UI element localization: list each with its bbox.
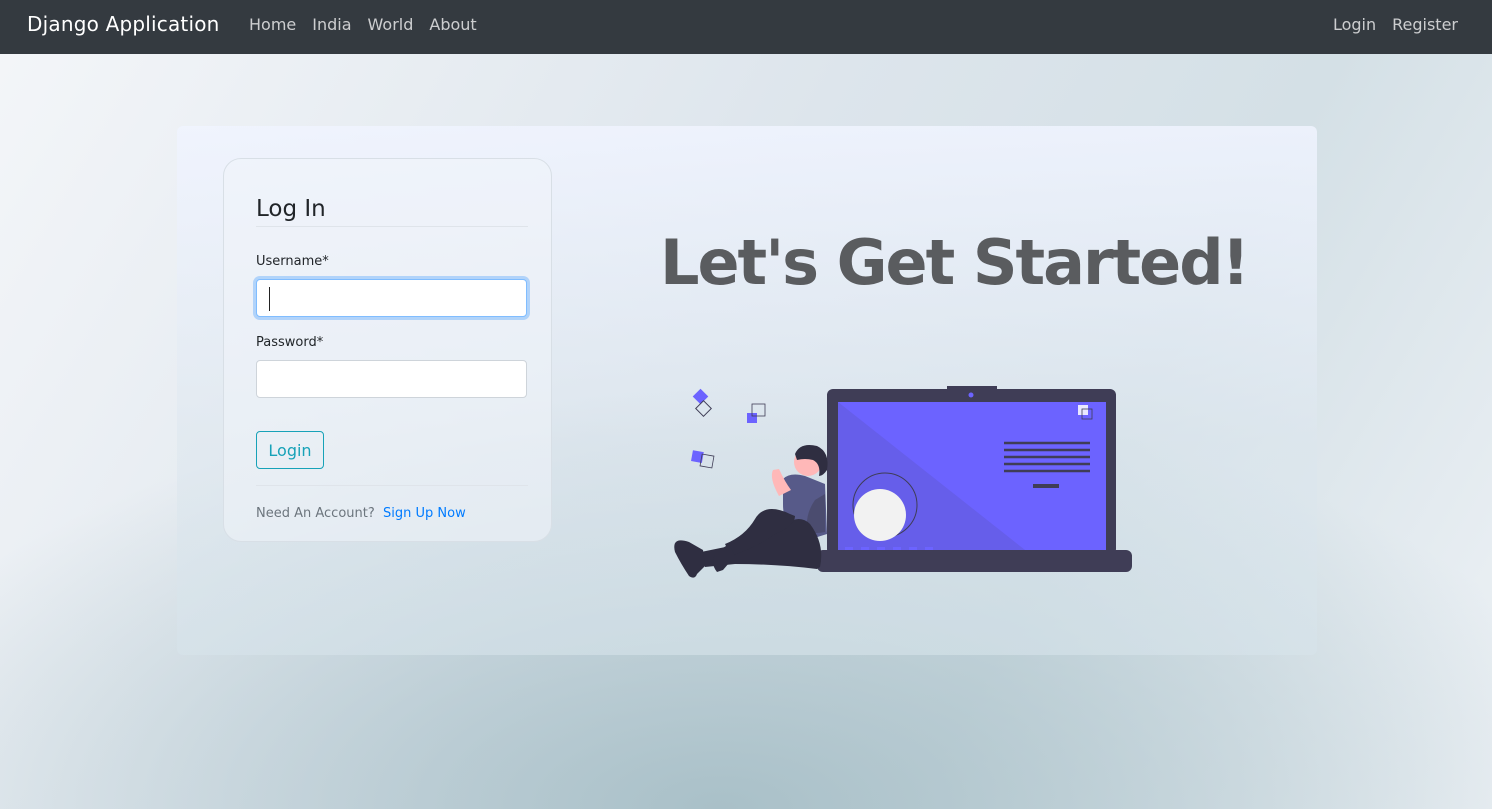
card-divider xyxy=(256,485,528,486)
username-label: Username* xyxy=(256,254,329,269)
auth-links: Login Register xyxy=(1333,15,1458,34)
floating-square-outline-icon xyxy=(695,400,712,417)
nav-link-register[interactable]: Register xyxy=(1392,15,1458,34)
username-input[interactable] xyxy=(256,279,527,317)
navbar-brand[interactable]: Django Application xyxy=(27,12,220,36)
password-label: Password* xyxy=(256,335,324,350)
hero-headline: Let's Get Started! xyxy=(660,226,1250,299)
password-input[interactable] xyxy=(256,360,527,398)
login-title: Log In xyxy=(256,196,528,227)
nav-link-login[interactable]: Login xyxy=(1333,15,1376,34)
text-caret xyxy=(269,287,270,311)
person-with-laptop-illustration xyxy=(674,386,1132,578)
floating-square-icon xyxy=(692,388,709,405)
nav-link-about[interactable]: About xyxy=(429,15,476,34)
sign-up-link[interactable]: Sign Up Now xyxy=(383,506,466,521)
nav-link-home[interactable]: Home xyxy=(249,15,296,34)
navbar: Django Application Home India World Abou… xyxy=(0,0,1492,54)
need-account-text: Need An Account? xyxy=(256,506,375,521)
login-card: Log In Username* Password* Login Need An… xyxy=(223,158,552,542)
login-submit-button[interactable]: Login xyxy=(256,431,324,469)
nav-link-world[interactable]: World xyxy=(368,15,414,34)
nav-links: Home India World About xyxy=(249,15,477,34)
nav-link-india[interactable]: India xyxy=(312,15,351,34)
